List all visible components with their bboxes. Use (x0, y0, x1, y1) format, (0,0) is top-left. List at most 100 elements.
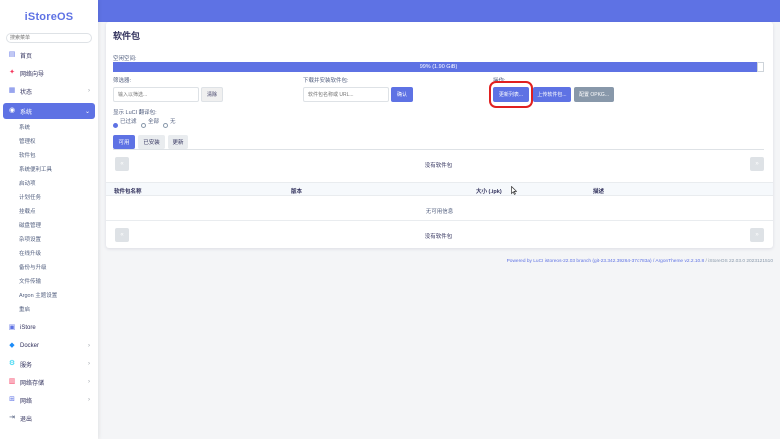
pager-bottom: 没有软件包 « » (113, 228, 764, 244)
sidebar-item-services[interactable]: ⚙ 服务 › (0, 356, 98, 372)
chevron-right-icon: › (88, 361, 90, 367)
network-icon: ⊞ (9, 396, 15, 403)
sidebar-item-label: 系统 (20, 109, 33, 116)
column-header-size[interactable]: 大小 (.ipk) (476, 187, 502, 195)
sidebar-sub-backup[interactable]: 备份与升级 (19, 263, 47, 273)
prev-page-button[interactable]: « (115, 228, 129, 242)
footer-version: / iStoreOS 22.03.0 2023121510 (704, 259, 773, 264)
empty-table-message: 无可用信息 (425, 209, 454, 215)
clear-button[interactable]: 清除 (201, 87, 223, 102)
store-icon: ▣ (8, 324, 16, 331)
chevron-right-icon: › (88, 397, 90, 403)
logout-icon: ⇥ (9, 414, 15, 421)
services-icon: ⚙ (8, 360, 16, 367)
sidebar-sub-admin[interactable]: 管理权 (19, 137, 36, 147)
tab-updates[interactable]: 更新 (168, 135, 188, 149)
menu-search-input[interactable] (6, 33, 92, 43)
download-label: 下载并安装软件包: (303, 78, 349, 84)
sidebar-item-label: 网络向导 (20, 71, 45, 78)
sidebar-sub-argon[interactable]: Argon 主题设置 (19, 291, 57, 301)
upload-package-button[interactable]: 上传软件包... (533, 87, 571, 102)
row-divider (106, 220, 773, 221)
sidebar-item-label: 退出 (20, 416, 33, 423)
chevron-down-icon: ⌄ (84, 108, 90, 115)
filter-label: 筛选器: (113, 78, 132, 84)
free-space-bar-end (757, 62, 764, 72)
sidebar-item-nas[interactable]: ▥ 网络存储 › (0, 374, 98, 390)
sidebar-item-logout[interactable]: ⇥ 退出 (0, 410, 98, 426)
sidebar-sub-upgrade[interactable]: 在线升级 (19, 249, 41, 259)
chevron-right-icon: › (88, 88, 90, 94)
tab-installed[interactable]: 已安装 (138, 135, 165, 149)
mouse-cursor-icon (511, 186, 517, 195)
pager-status: 没有软件包 (424, 234, 453, 240)
sidebar-sub-startup[interactable]: 启动项 (19, 179, 36, 189)
sidebar-item-label: iStore (20, 325, 36, 331)
sidebar-item-label: 状态 (20, 89, 33, 96)
sidebar-sub-cron[interactable]: 计划任务 (19, 193, 41, 203)
tab-divider (113, 149, 764, 150)
sidebar-sub-misc[interactable]: 杂项设置 (19, 235, 41, 245)
radio-all[interactable]: 全部 (141, 119, 159, 129)
sidebar-sub-reboot[interactable]: 重启 (19, 305, 30, 315)
sidebar-item-network[interactable]: ⊞ 网络 › (0, 392, 98, 408)
free-space-label: 空闲空间: (113, 56, 137, 62)
footer-luci-link[interactable]: Powered by LuCI istoreos-22.03 branch (g… (507, 259, 705, 264)
sidebar-item-label: Docker (20, 343, 40, 349)
radio-dot[interactable] (113, 122, 118, 128)
home-icon: ▤ (8, 51, 16, 58)
column-header-description[interactable]: 描述 (593, 187, 604, 195)
column-header-name[interactable]: 软件包名称 (114, 187, 142, 195)
package-url-input[interactable] (303, 87, 389, 102)
sidebar-item-home[interactable]: ▤ 首页 (0, 47, 98, 63)
radio-filtered[interactable]: 已过滤 (113, 119, 137, 129)
sidebar-item-system[interactable]: ◉ 系统 ⌄ (3, 103, 95, 119)
next-page-button[interactable]: » (750, 228, 764, 242)
chevron-right-icon: › (88, 343, 90, 349)
configure-opkg-button[interactable]: 配置 OPKG... (574, 87, 614, 102)
brand-logo[interactable]: iStoreOS (0, 11, 98, 23)
sidebar-item-wizard[interactable]: ✦ 网络向导 (0, 65, 98, 81)
sidebar-item-istore[interactable]: ▣ iStore (0, 320, 98, 336)
top-header-bar (98, 0, 780, 22)
radio-none[interactable]: 无 (163, 119, 176, 129)
radio-label: 已过滤 (120, 119, 137, 125)
free-space-bar: 99% (1.90 GiB) (113, 62, 764, 72)
sidebar: iStoreOS ▤ 首页 ✦ 网络向导 ▦ 状态 › ◉ 系统 ⌄ 系统 管理… (0, 0, 98, 439)
package-table-header: 软件包名称 版本 大小 (.ipk) 描述 (106, 182, 773, 196)
sidebar-sub-transfer[interactable]: 文件传输 (19, 277, 41, 287)
radio-dot[interactable] (163, 122, 168, 128)
status-icon: ▦ (8, 87, 16, 94)
pager-status: 没有软件包 (424, 163, 453, 169)
actions-label: 操作: (493, 78, 506, 84)
sidebar-item-label: 首页 (20, 53, 33, 60)
system-icon: ◉ (8, 107, 16, 114)
radio-label: 全部 (148, 119, 160, 125)
page-title: 软件包 (113, 31, 141, 41)
tab-available[interactable]: 可用 (113, 135, 135, 149)
translation-label: 显示 LuCI 翻译包: (113, 110, 157, 116)
sidebar-item-status[interactable]: ▦ 状态 › (0, 83, 98, 99)
pager-top: 没有软件包 « » (113, 157, 764, 173)
sidebar-sub-mounts[interactable]: 挂载点 (19, 207, 36, 217)
sidebar-item-label: 网络 (20, 398, 33, 405)
prev-page-button[interactable]: « (115, 157, 129, 171)
chevron-right-icon: › (88, 379, 90, 385)
nas-icon: ▥ (8, 378, 16, 385)
confirm-install-button[interactable]: 确认 (391, 87, 413, 102)
sidebar-sub-tools[interactable]: 系统便利工具 (19, 165, 52, 175)
update-lists-button[interactable]: 更新列表... (493, 87, 529, 102)
sidebar-item-label: 网络存储 (20, 380, 45, 387)
radio-label: 无 (170, 119, 176, 125)
column-header-version[interactable]: 版本 (291, 187, 302, 195)
docker-icon: ◆ (9, 342, 15, 349)
sidebar-sub-packages[interactable]: 软件包 (19, 151, 36, 161)
filter-input[interactable] (113, 87, 199, 102)
sidebar-item-docker[interactable]: ◆ Docker › (0, 338, 98, 354)
sidebar-sub-disks[interactable]: 磁盘管理 (19, 221, 41, 231)
radio-dot[interactable] (141, 122, 146, 128)
sidebar-sub-system[interactable]: 系统 (19, 123, 30, 133)
sidebar-item-label: 服务 (20, 362, 33, 369)
next-page-button[interactable]: » (750, 157, 764, 171)
footer: Powered by LuCI istoreos-22.03 branch (g… (507, 259, 773, 264)
